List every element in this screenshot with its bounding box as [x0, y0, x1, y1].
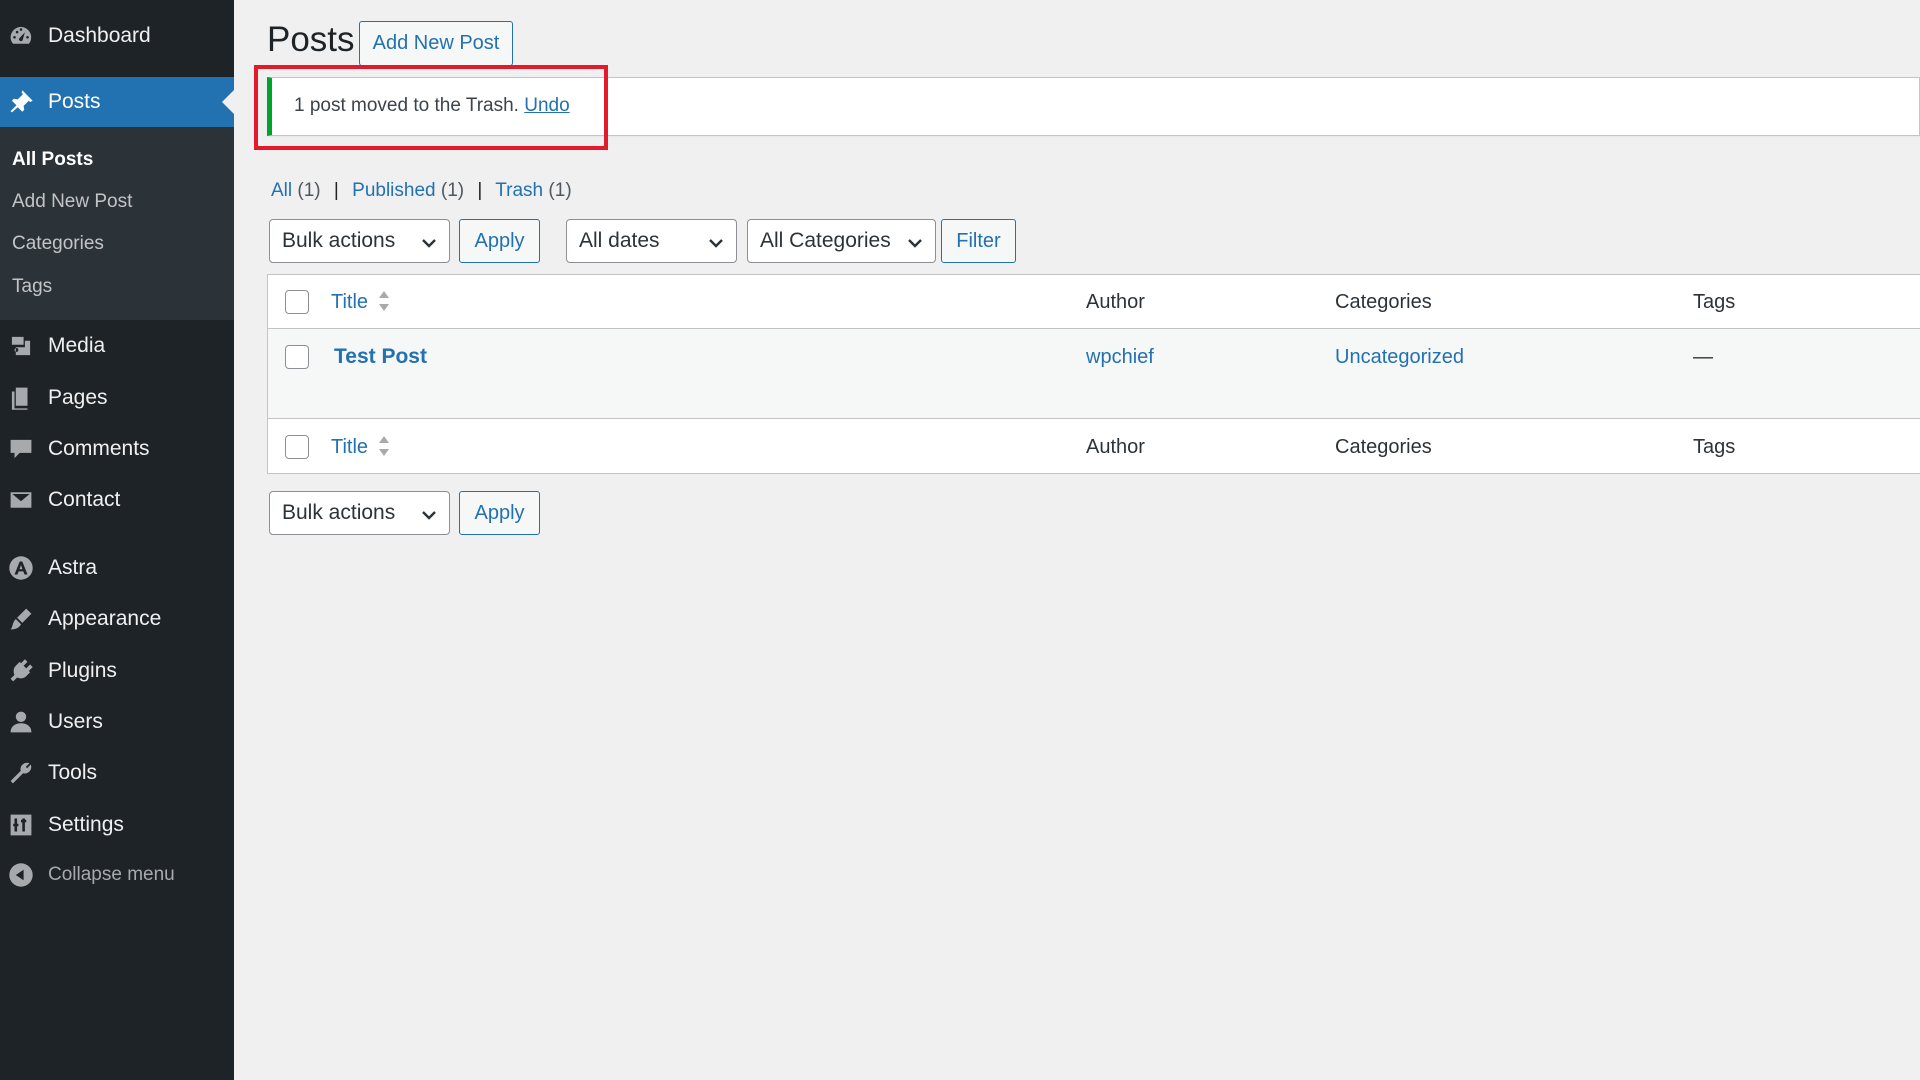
column-categories-header: Categories: [1335, 291, 1432, 313]
menu-item-pages[interactable]: Pages: [0, 373, 234, 423]
table-header: Title Author Categories Tags: [268, 275, 1920, 329]
column-author-header: Author: [1086, 291, 1145, 313]
chevron-down-icon: [708, 233, 724, 249]
menu-label: Tools: [48, 761, 98, 784]
collapse-menu-label: Collapse menu: [48, 864, 175, 885]
apply-button-bottom[interactable]: Apply: [459, 491, 540, 535]
menu-item-plugins[interactable]: Plugins: [0, 646, 234, 696]
pages-icon: [7, 384, 35, 412]
menu-label: Media: [48, 334, 106, 357]
media-icon: [7, 332, 35, 360]
menu-label: Astra: [48, 556, 98, 579]
astra-icon: [7, 554, 35, 582]
menu-item-tools[interactable]: Tools: [0, 748, 234, 798]
collapse-menu-button[interactable]: Collapse menu: [0, 850, 234, 900]
view-trash-link[interactable]: Trash: [495, 180, 543, 201]
plugin-icon: [7, 657, 35, 685]
main-content: Posts Add New Post 1 post moved to the T…: [234, 0, 1920, 1080]
collapse-icon: [7, 861, 35, 889]
menu-item-contact[interactable]: Contact: [0, 475, 234, 525]
view-all-count: (1): [297, 180, 321, 201]
notice-text: 1 post moved to the Trash.: [294, 95, 519, 116]
submenu-all-posts[interactable]: All Posts: [12, 149, 93, 171]
view-published-link[interactable]: Published: [352, 180, 435, 201]
column-title-footer[interactable]: Title: [331, 436, 368, 459]
bulk-actions-value: Bulk actions: [282, 229, 396, 252]
row-checkbox[interactable]: [285, 345, 309, 369]
post-author-link[interactable]: wpchief: [1086, 346, 1154, 369]
apply-button-top[interactable]: Apply: [459, 219, 540, 263]
menu-item-users[interactable]: Users: [0, 697, 234, 747]
menu-item-astra[interactable]: Astra: [0, 543, 234, 593]
admin-sidebar: Dashboard Posts All Posts Add New Post C…: [0, 0, 234, 1080]
menu-item-media[interactable]: Media: [0, 321, 234, 371]
view-published-count: (1): [440, 180, 465, 201]
menu-label: Dashboard: [48, 24, 151, 47]
column-tags-header: Tags: [1693, 291, 1736, 313]
pin-icon: [7, 88, 35, 116]
menu-label: Comments: [48, 437, 150, 460]
menu-item-settings[interactable]: Settings: [0, 800, 234, 850]
date-filter-select[interactable]: All dates: [566, 219, 737, 263]
dashboard-icon: [7, 22, 35, 50]
menu-item-posts[interactable]: Posts: [0, 77, 234, 127]
category-filter-value: All Categories: [760, 229, 891, 252]
user-icon: [7, 708, 35, 736]
view-separator: |: [477, 180, 483, 201]
column-categories-footer: Categories: [1335, 436, 1432, 458]
post-status-views: All (1) | Published (1) | Trash (1): [271, 180, 572, 202]
view-trash-count: (1): [548, 180, 572, 201]
settings-icon: [7, 811, 35, 839]
post-category-link[interactable]: Uncategorized: [1335, 346, 1464, 369]
submenu-categories[interactable]: Categories: [12, 233, 104, 255]
trash-notice: 1 post moved to the Trash. Undo: [267, 77, 1920, 136]
category-filter-select[interactable]: All Categories: [747, 219, 936, 263]
bulk-actions-select-top[interactable]: Bulk actions: [269, 219, 450, 263]
comments-icon: [7, 435, 35, 463]
menu-label: Pages: [48, 386, 108, 409]
column-title-header[interactable]: Title: [331, 291, 368, 314]
add-new-post-button[interactable]: Add New Post: [359, 21, 513, 66]
menu-item-appearance[interactable]: Appearance: [0, 594, 234, 644]
menu-item-comments[interactable]: Comments: [0, 424, 234, 474]
chevron-down-icon: [907, 233, 923, 249]
view-separator: |: [333, 180, 339, 201]
menu-label: Plugins: [48, 659, 117, 682]
notice-message: 1 post moved to the Trash. Undo: [294, 95, 570, 117]
menu-item-dashboard[interactable]: Dashboard: [0, 11, 234, 61]
post-tags-value: —: [1693, 346, 1713, 368]
menu-label: Users: [48, 710, 103, 733]
date-filter-value: All dates: [579, 229, 660, 252]
select-all-checkbox[interactable]: [285, 290, 309, 314]
posts-table: Title Author Categories Tags Test Post w…: [267, 274, 1920, 474]
envelope-icon: [7, 486, 35, 514]
filter-button[interactable]: Filter: [941, 219, 1016, 263]
chevron-down-icon: [421, 505, 437, 521]
table-row: Test Post wpchief Uncategorized —: [268, 329, 1920, 419]
table-footer: Title Author Categories Tags: [268, 420, 1920, 474]
post-title-link[interactable]: Test Post: [334, 345, 427, 369]
column-author-footer: Author: [1086, 436, 1145, 458]
menu-label: Posts: [48, 90, 101, 113]
page-title: Posts: [267, 20, 355, 59]
chevron-down-icon: [421, 233, 437, 249]
sort-icon[interactable]: [378, 290, 390, 312]
undo-link[interactable]: Undo: [524, 95, 569, 116]
sort-icon[interactable]: [378, 435, 390, 457]
posts-submenu: All Posts Add New Post Categories Tags: [0, 127, 234, 320]
column-tags-footer: Tags: [1693, 436, 1736, 458]
submenu-tags[interactable]: Tags: [12, 276, 52, 298]
menu-label: Contact: [48, 488, 121, 511]
bulk-actions-value: Bulk actions: [282, 501, 396, 524]
view-all-link[interactable]: All: [271, 180, 292, 201]
wrench-icon: [7, 759, 35, 787]
submenu-add-new-post[interactable]: Add New Post: [12, 191, 132, 213]
menu-label: Appearance: [48, 607, 162, 630]
menu-label: Settings: [48, 813, 124, 836]
select-all-checkbox-footer[interactable]: [285, 435, 309, 459]
bulk-actions-select-bottom[interactable]: Bulk actions: [269, 491, 450, 535]
brush-icon: [7, 605, 35, 633]
